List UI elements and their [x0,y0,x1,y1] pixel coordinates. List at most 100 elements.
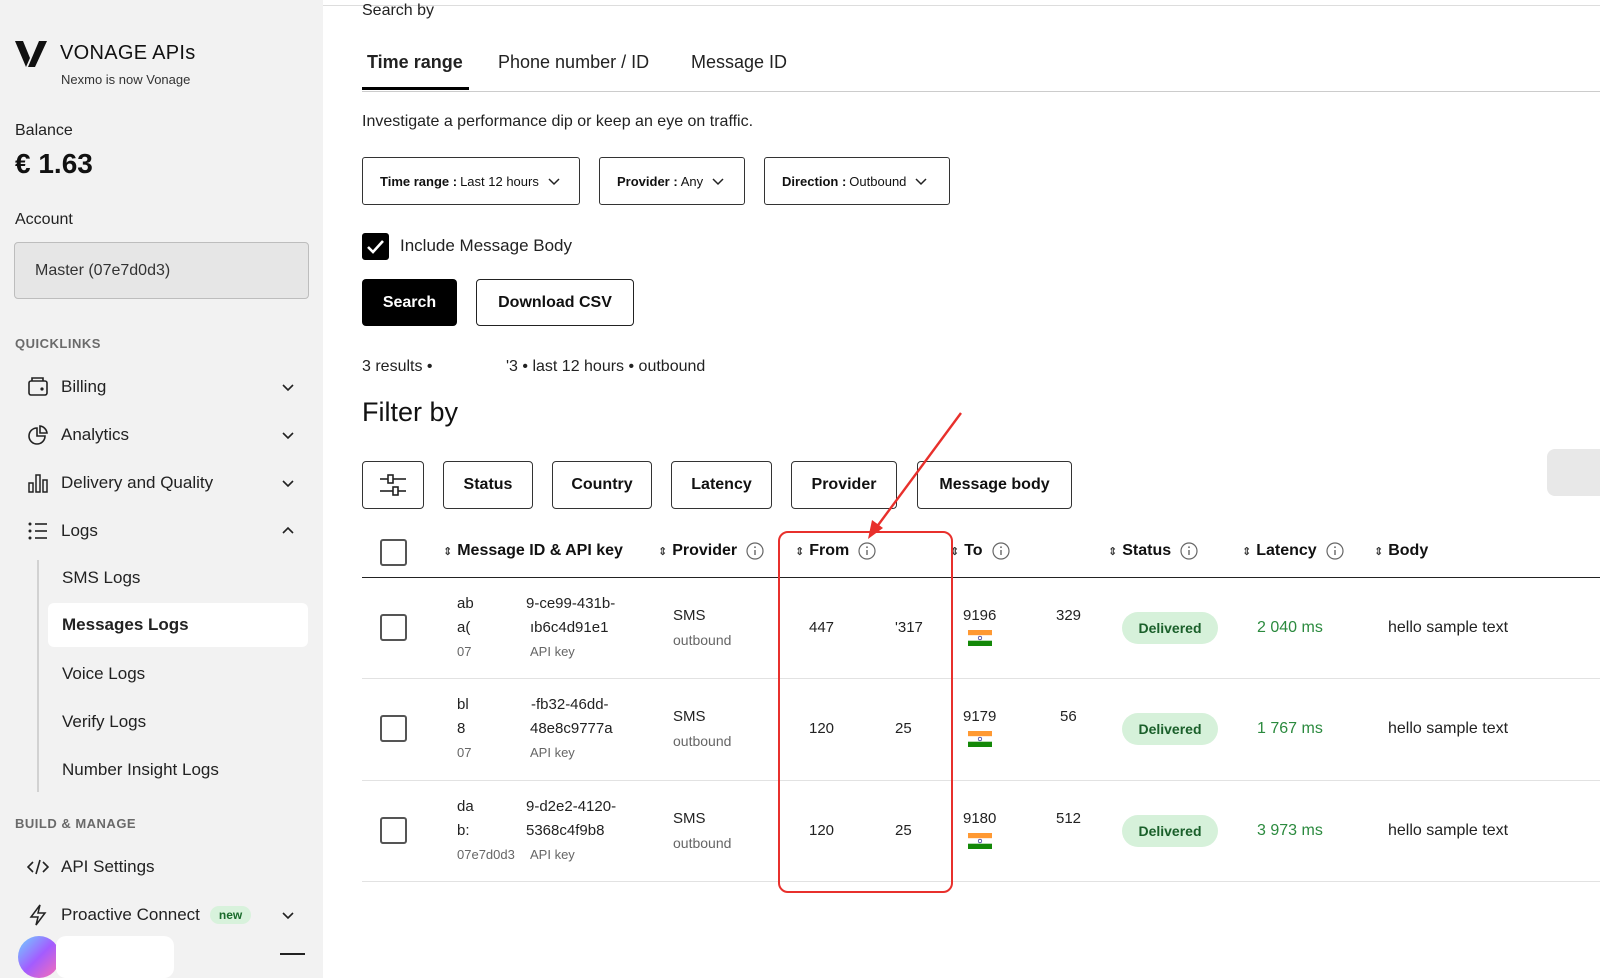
provider-value: SMS [673,708,706,725]
to-number-part: 512 [1056,810,1082,827]
api-key-label: API key [530,745,575,760]
message-id-part: ıb6c4d91e1 [530,619,609,636]
lightning-icon [26,903,50,927]
chevron-down-icon [282,432,294,440]
sidebar-item-billing[interactable]: Billing [26,367,306,407]
dropdown-value: Last 12 hours [460,173,539,189]
table-header-divider [362,577,1600,578]
chevron-down-icon [712,178,724,186]
code-icon [26,855,50,879]
sort-icon: ⇕ [1108,545,1118,558]
search-button[interactable]: Search [362,279,457,326]
sidebar-item-messages-logs[interactable]: Messages Logs [48,603,308,647]
search-tabs: Time range Phone number / ID Message ID [362,40,1600,92]
api-key-label: API key [530,847,575,862]
sort-icon: ⇕ [443,545,453,558]
sidebar-item-voice-logs[interactable]: Voice Logs [48,652,308,696]
info-icon[interactable] [1180,542,1198,560]
brand-subtitle: Nexmo is now Vonage [61,72,191,87]
checkmark-icon [367,240,384,254]
sidebar-item-proactive-connect[interactable]: Proactive Connect new [26,895,306,935]
sidebar-item-analytics[interactable]: Analytics [26,415,306,455]
api-key-part: 07e7d0d3 [457,847,515,862]
message-id-part: 9-ce99-431b- [526,595,616,612]
sort-icon: ⇕ [1374,545,1384,558]
filter-status-button[interactable]: Status [443,461,533,509]
to-number-part: 9180 [963,810,997,827]
tab-time-range[interactable]: Time range [367,52,463,73]
list-icon [26,519,50,543]
api-key-label: API key [530,644,575,659]
menu-icon[interactable] [280,953,305,955]
balance-value: € 1.63 [15,148,93,179]
annotation-highlight-box [778,531,953,893]
body-value: hello sample text [1388,822,1509,839]
include-body-label: Include Message Body [400,236,572,255]
info-icon[interactable] [991,542,1010,560]
message-id-part: b: [457,822,470,839]
column-label: Message ID & API key [457,542,623,559]
select-all-checkbox[interactable] [380,539,407,566]
sidebar-item-delivery-quality[interactable]: Delivery and Quality [26,463,306,503]
sidebar-item-logs[interactable]: Logs [26,511,306,551]
sidebar: VONAGE APIs Nexmo is now Vonage Balance … [0,0,323,978]
tab-message-id[interactable]: Message ID [691,52,787,73]
active-tab-indicator [362,87,469,90]
india-flag-icon [968,630,992,646]
dropdown-value: Outbound [849,173,907,189]
results-summary: '3 • last 12 hours • outbound [506,358,706,375]
brand-logo[interactable]: VONAGE APIs Nexmo is now Vonage [14,38,195,87]
column-status[interactable]: ⇕ Status [1108,542,1198,560]
column-body[interactable]: ⇕ Body [1374,542,1428,560]
filter-country-button[interactable]: Country [552,461,652,509]
column-label: Body [1388,542,1429,559]
account-select[interactable]: Master (07e7d0d3) [14,242,309,299]
time-range-dropdown[interactable]: Time range : Last 12 hours [362,157,580,205]
column-provider[interactable]: ⇕ Provider [658,542,764,560]
latency-value: 2 040 ms [1257,619,1323,636]
provider-dropdown[interactable]: Provider : Any [599,157,745,205]
sidebar-item-number-insight-logs[interactable]: Number Insight Logs [48,748,308,792]
download-csv-button[interactable]: Download CSV [476,279,634,326]
column-message-id[interactable]: ⇕ Message ID & API key [443,542,623,560]
sidebar-item-label: Delivery and Quality [61,473,214,492]
side-panel-tab[interactable] [1547,449,1600,496]
sidebar-item-verify-logs[interactable]: Verify Logs [48,700,308,744]
column-label: Provider [672,542,738,559]
to-number-part: 56 [1060,708,1077,725]
direction-value: outbound [673,835,732,851]
india-flag-icon [968,833,992,849]
sidebar-item-sms-logs[interactable]: SMS Logs [48,556,308,600]
to-number-part: 9196 [963,607,997,624]
sidebar-item-label: API Settings [61,857,155,876]
row-checkbox[interactable] [380,817,407,844]
filter-settings-button[interactable] [362,461,424,509]
row-divider [362,780,1600,781]
chevron-up-icon [282,526,294,534]
message-id-part: 48e8c9777a [530,720,613,737]
chevron-down-icon [548,178,560,186]
avatar[interactable] [18,936,60,978]
message-id-part: 9-d2e2-4120- [526,798,617,815]
row-checkbox[interactable] [380,715,407,742]
message-id-part: bl [457,696,469,713]
include-body-checkbox[interactable] [362,233,389,260]
info-icon[interactable] [746,542,764,560]
dropdown-key: Provider : [617,173,678,189]
quicklinks-heading: QUICKLINKS [15,336,101,351]
user-chip[interactable] [56,936,174,978]
provider-value: SMS [673,810,706,827]
sort-icon: ⇕ [1242,545,1252,558]
row-checkbox[interactable] [380,614,407,641]
sidebar-item-api-settings[interactable]: API Settings [26,847,306,887]
chevron-down-icon [282,384,294,392]
filter-latency-button[interactable]: Latency [671,461,772,509]
sliders-icon [380,474,406,496]
column-latency[interactable]: ⇕ Latency [1242,542,1344,560]
message-id-part: ab [457,595,474,612]
info-icon[interactable] [1326,542,1344,560]
direction-dropdown[interactable]: Direction : Outbound [764,157,950,205]
to-number-part: 329 [1056,607,1082,624]
tab-phone-number[interactable]: Phone number / ID [498,52,649,73]
search-by-label: Search by [362,2,435,19]
